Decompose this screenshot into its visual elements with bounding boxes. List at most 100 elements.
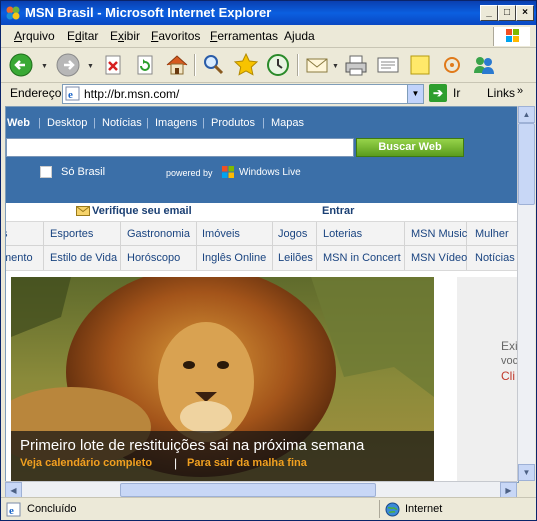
entrar-link[interactable]: Entrar — [322, 205, 354, 217]
refresh-icon — [137, 55, 153, 75]
mail-icon — [306, 58, 328, 73]
tab-desktop[interactable]: Desktop — [47, 117, 87, 129]
links-button[interactable]: Links — [487, 86, 515, 100]
so-brasil-checkbox[interactable] — [40, 166, 52, 178]
scroll-down-icon[interactable]: ▼ — [518, 464, 535, 481]
close-button[interactable]: × — [516, 5, 534, 21]
messenger-buddies-icon — [474, 57, 494, 74]
category-divider — [272, 222, 273, 270]
category-link[interactable]: Leilões — [278, 252, 313, 264]
research-icon — [444, 57, 460, 73]
windows-live-label: Windows Live — [239, 167, 301, 178]
tab-mapas[interactable]: Mapas — [271, 117, 304, 129]
status-bar: e Concluído Internet — [1, 497, 536, 520]
home-button[interactable] — [164, 52, 190, 78]
address-url[interactable]: http://br.msn.com/ — [84, 87, 179, 101]
category-link[interactable]: mento — [6, 252, 33, 264]
category-link[interactable]: Imóveis — [202, 228, 240, 240]
minimize-button[interactable]: _ — [480, 5, 498, 21]
ie-page-icon: e — [65, 86, 80, 101]
hero-link-calendario[interactable]: Veja calendário completo — [20, 457, 152, 469]
search-button[interactable] — [200, 52, 226, 78]
category-link[interactable]: MSN Music — [411, 228, 467, 240]
menu-ajuda[interactable]: Ajuda — [284, 29, 315, 43]
menu-favoritos[interactable]: Favoritos — [151, 29, 200, 43]
account-bar: Verifique seu email Entrar — [6, 203, 518, 221]
tab-web[interactable]: Web — [7, 117, 30, 129]
note-icon — [410, 55, 430, 75]
search-icon — [204, 55, 224, 75]
category-link[interactable]: Notícias — [475, 252, 515, 264]
horizontal-scrollbar[interactable]: ◀ ▶ — [5, 481, 517, 499]
hero-link-separator: | — [174, 456, 178, 470]
msn-search-tabs: Web | Desktop | Notícias | Imagens | Pro… — [6, 107, 518, 135]
category-link[interactable]: MSN in Concert — [323, 252, 401, 264]
scroll-up-icon[interactable]: ▲ — [518, 106, 535, 123]
vertical-scrollbar[interactable]: ▲ ▼ — [517, 106, 535, 481]
category-link[interactable]: s — [6, 228, 8, 240]
refresh-button[interactable] — [132, 52, 158, 78]
category-link[interactable]: Esportes — [50, 228, 93, 240]
category-links: s Esportes Gastronomia Imóveis Jogos Lot… — [6, 221, 518, 271]
hero-link-malha-fina[interactable]: Para sair da malha fina — [187, 457, 307, 469]
tab-separator: | — [93, 117, 96, 129]
horizontal-scroll-thumb[interactable] — [120, 483, 376, 497]
mail-button[interactable] — [304, 52, 330, 78]
search-input[interactable] — [6, 138, 354, 157]
category-divider — [196, 222, 197, 270]
hero-headline[interactable]: Primeiro lote de restituições sai na pró… — [20, 437, 364, 454]
forward-dropdown-icon[interactable]: ▼ — [87, 63, 94, 70]
hero-banner[interactable]: Primeiro lote de restituições sai na pró… — [11, 277, 434, 482]
favorites-button[interactable] — [233, 52, 259, 78]
tab-produtos[interactable]: Produtos — [211, 117, 255, 129]
printer-icon — [345, 55, 367, 76]
stop-button[interactable] — [100, 52, 126, 78]
back-button[interactable] — [8, 52, 34, 78]
globe-icon — [385, 502, 400, 517]
chevron-right-icon[interactable]: » — [517, 85, 523, 97]
tab-noticias[interactable]: Notícias — [102, 117, 142, 129]
history-icon — [267, 54, 289, 76]
category-link[interactable]: Mulher — [475, 228, 509, 240]
status-separator — [379, 500, 380, 518]
forward-button[interactable] — [55, 52, 81, 78]
vertical-scroll-thumb[interactable] — [518, 123, 535, 205]
category-link[interactable]: Loterias — [323, 228, 362, 240]
menu-editar[interactable]: Editar — [67, 29, 98, 43]
address-label: Endereço — [10, 86, 62, 100]
tab-separator: | — [202, 117, 205, 129]
back-dropdown-icon[interactable]: ▼ — [41, 63, 48, 70]
tab-imagens[interactable]: Imagens — [155, 117, 197, 129]
edit-button[interactable] — [375, 52, 401, 78]
messenger-button[interactable] — [471, 52, 497, 78]
toolbar-separator — [297, 54, 299, 76]
powered-by-label: powered by — [166, 168, 213, 178]
go-button[interactable]: Ir — [453, 86, 460, 100]
verifique-email-link[interactable]: Verifique seu email — [92, 205, 192, 217]
address-dropdown-icon[interactable]: ▼ — [407, 85, 423, 103]
menu-arquivo[interactable]: Arquivo — [14, 29, 55, 43]
go-arrow-icon[interactable]: ➔ — [429, 84, 447, 102]
menu-exibir[interactable]: Exibir — [110, 29, 140, 43]
print-button[interactable] — [343, 52, 369, 78]
category-divider — [43, 222, 44, 270]
category-link[interactable]: Inglês Online — [202, 252, 266, 264]
msn-butterfly-icon — [6, 6, 20, 20]
title-bar: MSN Brasil - Microsoft Internet Explorer… — [1, 1, 536, 25]
category-link[interactable]: MSN Vídeo — [411, 252, 467, 264]
side-advertisement[interactable]: Exi voc Cli — [457, 277, 518, 482]
address-input[interactable]: e http://br.msn.com/ ▼ — [62, 84, 424, 104]
so-brasil-label: Só Brasil — [61, 166, 106, 178]
menu-ferramentas[interactable]: Ferramentas — [210, 29, 278, 43]
maximize-button[interactable]: □ — [498, 5, 516, 21]
ad-link[interactable]: Cli — [501, 369, 515, 383]
category-link[interactable]: Estilo de Vida — [50, 252, 117, 264]
research-button[interactable] — [439, 52, 465, 78]
category-link[interactable]: Jogos — [278, 228, 307, 240]
mail-dropdown-icon[interactable]: ▼ — [332, 63, 339, 70]
history-button[interactable] — [265, 52, 291, 78]
buscar-web-button[interactable]: Buscar Web — [356, 138, 464, 157]
category-link[interactable]: Gastronomia — [127, 228, 190, 240]
discuss-button[interactable] — [407, 52, 433, 78]
category-link[interactable]: Horóscopo — [127, 252, 180, 264]
